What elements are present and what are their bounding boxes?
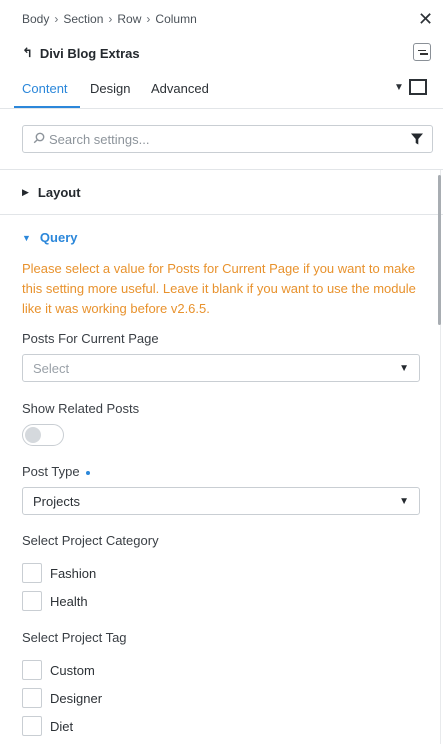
search-icon <box>33 132 45 144</box>
field-label: Select Project Category <box>22 533 159 548</box>
select-value: Projects <box>33 494 80 509</box>
required-dot-icon <box>85 470 90 475</box>
section-label: Layout <box>37 185 81 200</box>
caret-down-icon[interactable]: ▼ <box>394 82 404 93</box>
checkbox-label: Health <box>50 593 88 609</box>
search-box <box>22 125 433 153</box>
active-tab-indicator <box>14 106 80 108</box>
tab-content[interactable]: Content <box>22 81 68 96</box>
checkbox[interactable] <box>22 688 42 708</box>
field-label-post-type: Post Type <box>22 464 90 479</box>
chevron-right-icon: › <box>146 12 151 26</box>
module-title-row: ↰ Divi Blog Extras <box>22 45 140 61</box>
breadcrumb-item[interactable]: Row <box>117 12 141 26</box>
checkbox-designer[interactable]: Designer <box>22 688 102 708</box>
checkbox-custom[interactable]: Custom <box>22 660 95 680</box>
checkbox-health[interactable]: Health <box>22 591 88 611</box>
field-label: Select Project Tag <box>22 630 127 645</box>
caret-down-icon: ▼ <box>22 232 31 243</box>
tab-bar: Content Design Advanced <box>0 72 443 109</box>
section-toggle-query[interactable]: ▼ Query <box>22 230 78 245</box>
checkbox-label: Designer <box>50 690 103 706</box>
select-value: Select <box>33 361 70 376</box>
menu-icon[interactable] <box>413 43 431 61</box>
checkbox[interactable] <box>22 563 42 583</box>
checkbox[interactable] <box>22 591 42 611</box>
checkbox-label: Fashion <box>50 565 97 581</box>
post-type-select[interactable]: Projects ▼ <box>22 487 420 515</box>
checkbox-diet[interactable]: Diet <box>22 716 73 736</box>
checkbox-label: Custom <box>50 662 95 678</box>
module-title: Divi Blog Extras <box>39 45 140 61</box>
search-input[interactable] <box>49 129 389 149</box>
caret-down-icon: ▼ <box>399 363 409 374</box>
filter-icon[interactable] <box>410 132 424 146</box>
field-label: Show Related Posts <box>22 401 140 416</box>
field-label: Posts For Current Page <box>22 331 159 346</box>
breadcrumb-item[interactable]: Column <box>155 12 196 26</box>
square-icon[interactable] <box>409 79 427 95</box>
divider <box>0 214 443 215</box>
chevron-right-icon: › <box>54 12 59 26</box>
field-label: Post Type <box>22 464 80 479</box>
breadcrumb-item[interactable]: Section <box>63 12 103 26</box>
checkbox[interactable] <box>22 716 42 736</box>
scrollbar-thumb[interactable] <box>438 175 441 325</box>
breadcrumb-item[interactable]: Body <box>22 12 49 26</box>
caret-right-icon: ▶ <box>22 187 29 197</box>
tab-advanced[interactable]: Advanced <box>151 81 209 96</box>
breadcrumb: Body › Section › Row › Column <box>22 12 197 26</box>
query-notice: Please select a value for Posts for Curr… <box>22 261 416 316</box>
caret-down-icon: ▼ <box>399 496 409 507</box>
checkbox-fashion[interactable]: Fashion <box>22 563 96 583</box>
chevron-right-icon: › <box>108 12 113 26</box>
back-arrow-icon[interactable]: ↰ <box>22 45 33 61</box>
toggle-knob <box>25 427 41 443</box>
posts-for-current-page-select[interactable]: Select ▼ <box>22 354 420 382</box>
tab-design[interactable]: Design <box>90 81 130 96</box>
divider <box>0 169 443 170</box>
checkbox[interactable] <box>22 660 42 680</box>
checkbox-label: Diet <box>50 718 74 734</box>
close-icon[interactable]: ✕ <box>418 9 433 29</box>
show-related-posts-toggle[interactable] <box>22 424 64 446</box>
section-toggle-layout[interactable]: ▶ Layout <box>22 185 81 200</box>
section-label: Query <box>39 230 78 245</box>
